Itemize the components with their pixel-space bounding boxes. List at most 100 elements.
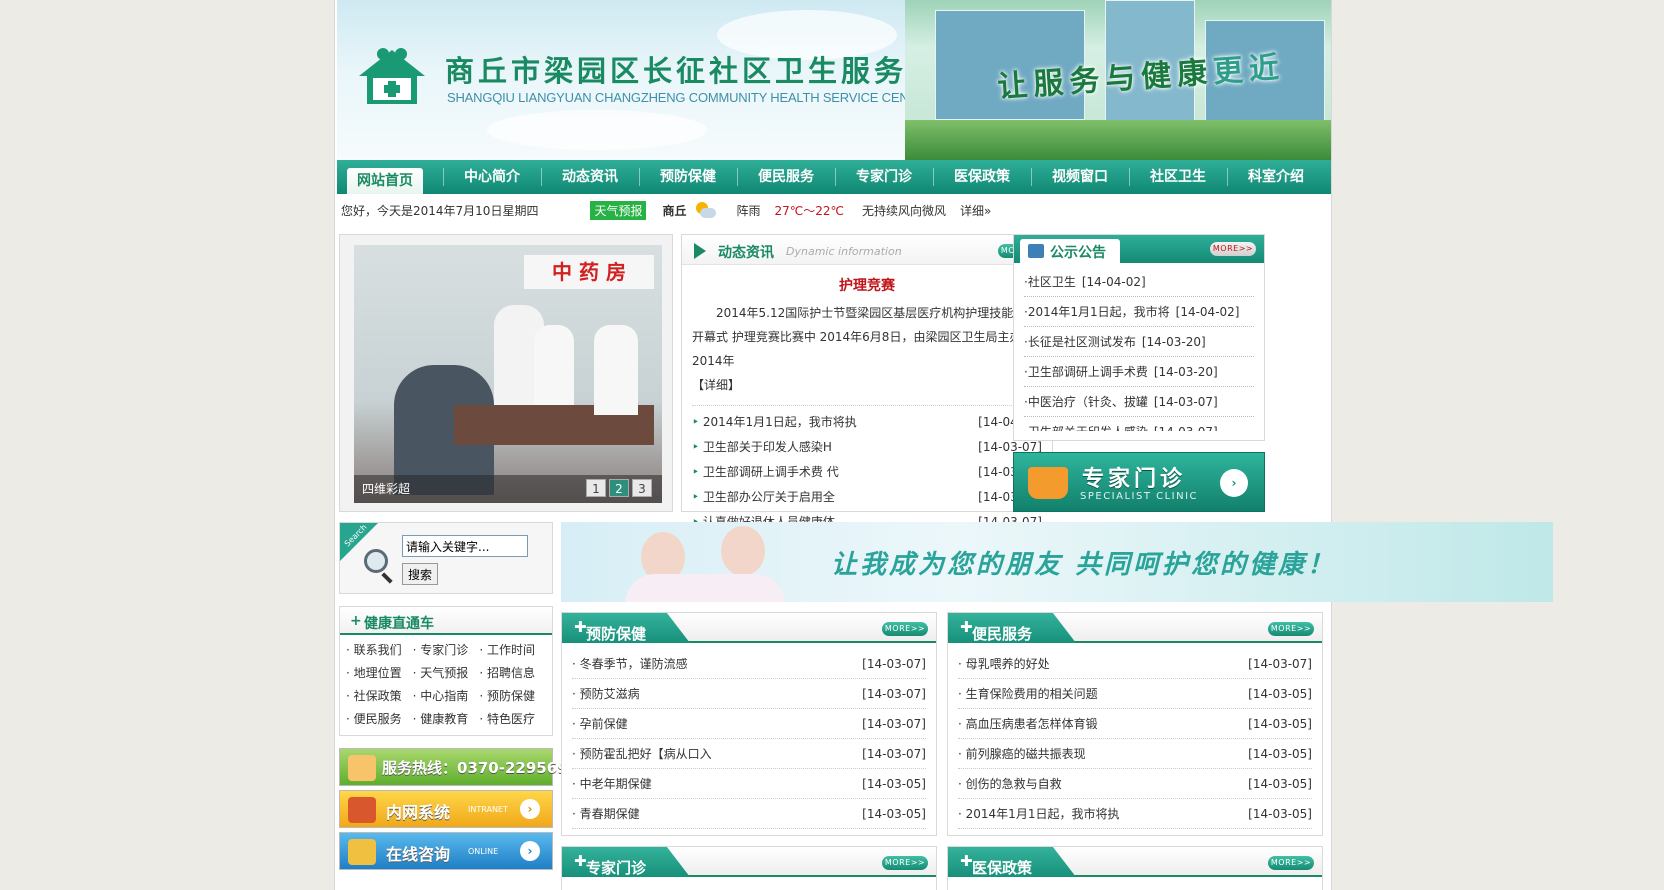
- list-item[interactable]: 社区卫生[14-04-02]: [1024, 267, 1254, 297]
- express-link[interactable]: 预防保健: [479, 687, 546, 704]
- list-item[interactable]: 冬春季节，谨防流感[14-03-07]: [572, 649, 926, 679]
- slide-dot-2[interactable]: 2: [609, 479, 629, 497]
- search-icon: [364, 549, 388, 573]
- express-link[interactable]: 便民服务: [346, 710, 413, 727]
- list-item[interactable]: 青春期保健[14-03-05]: [572, 799, 926, 829]
- site-title: 商丘市梁园区长征社区卫生服务中心: [445, 54, 974, 88]
- list-item[interactable]: 卫生部关于印发人感染H[14-03-07]: [692, 435, 1042, 460]
- list-item[interactable]: 卫生部办公厅关于启用全[14-03-07]: [692, 485, 1042, 510]
- express-link[interactable]: 工作时间: [479, 641, 546, 658]
- expert-more-button[interactable]: MORE>>: [882, 856, 928, 870]
- nav-departments[interactable]: 科室介绍: [1227, 164, 1325, 190]
- prevention-list: 冬春季节，谨防流感[14-03-07] 预防艾滋病[14-03-07] 孕前保健…: [572, 649, 926, 829]
- slide-image[interactable]: 中 药 房 四维彩超 1 2 3: [354, 245, 662, 503]
- convenience-list: 母乳喂养的好处[14-03-07] 生育保险费用的相关问题[14-03-05] …: [958, 649, 1312, 829]
- search-input[interactable]: [402, 535, 528, 557]
- weather-city: 商丘: [662, 203, 687, 218]
- notice-header: 公示公告 MORE>>: [1014, 235, 1264, 263]
- nav-community[interactable]: 社区卫生: [1129, 164, 1227, 190]
- list-item[interactable]: 高血压病患者怎样体育锻[14-03-05]: [958, 709, 1312, 739]
- notice-list: 社区卫生[14-04-02] 2014年1月1日起，我市将[14-04-02] …: [1024, 267, 1254, 431]
- page-container: 商丘市梁园区长征社区卫生服务中心 SHANGQIU LIANGYUAN CHAN…: [334, 0, 1553, 890]
- express-link[interactable]: 特色医疗: [479, 710, 546, 727]
- notice-title: 公示公告: [1050, 245, 1106, 261]
- convenience-title: ✚ 便民服务: [960, 618, 1033, 643]
- weather-condition: 阵雨: [736, 203, 761, 218]
- nav-expert[interactable]: 专家门诊: [835, 164, 933, 190]
- intranet-button[interactable]: 内网系统 INTRANET ›: [339, 790, 553, 828]
- logo-house-icon: [359, 48, 425, 104]
- express-link[interactable]: 专家门诊: [413, 641, 480, 658]
- cloud-decoration: [487, 110, 707, 150]
- nav-news[interactable]: 动态资讯: [541, 164, 639, 190]
- list-item[interactable]: 母乳喂养的好处[14-03-07]: [958, 649, 1312, 679]
- express-link[interactable]: 天气预报: [413, 664, 480, 681]
- list-item[interactable]: 卫生部关于印发人感染[14-03-07]: [1024, 417, 1254, 431]
- list-item[interactable]: 孕前保健[14-03-07]: [572, 709, 926, 739]
- list-item[interactable]: 卫生部调研上调手术费[14-03-20]: [1024, 357, 1254, 387]
- weather-detail-link[interactable]: 详细»: [960, 202, 991, 219]
- specialist-clinic-banner[interactable]: 专家门诊 SPECIALIST CLINIC ›: [1013, 452, 1265, 512]
- express-link[interactable]: 社保政策: [346, 687, 413, 704]
- list-item[interactable]: 中老年期保健[14-03-05]: [572, 769, 926, 799]
- notice-icon: [1028, 244, 1044, 258]
- banner-text: 让我成为您的朋友 共同呵护您的健康！: [831, 550, 1337, 580]
- list-item[interactable]: 卫生部调研上调手术费 代[14-03-07]: [692, 460, 1042, 485]
- convenience-more-button[interactable]: MORE>>: [1268, 622, 1314, 636]
- slide-dot-3[interactable]: 3: [632, 479, 652, 497]
- site-header: 商丘市梁园区长征社区卫生服务中心 SHANGQIU LIANGYUAN CHAN…: [337, 0, 1331, 160]
- insurance-panel: ✚ 医保政策 MORE>>: [947, 846, 1323, 890]
- slide-pagination: 1 2 3: [586, 479, 652, 497]
- weather-wind: 无持续风向微风: [862, 203, 947, 218]
- health-express-title: 健康直通车: [364, 616, 434, 632]
- hotline-icon: [348, 755, 376, 781]
- nav-convenience[interactable]: 便民服务: [737, 164, 835, 190]
- convenience-panel: ✚ 便民服务 MORE>> 母乳喂养的好处[14-03-07] 生育保险费用的相…: [947, 612, 1323, 836]
- nav-prevention[interactable]: 预防保健: [639, 164, 737, 190]
- list-item[interactable]: 2014年1月1日起，我市将执[14-04-02]: [692, 410, 1042, 435]
- weather-forecast-button[interactable]: 天气预报: [590, 200, 647, 220]
- express-link[interactable]: 健康教育: [413, 710, 480, 727]
- health-express-panel: + 健康直通车 联系我们 专家门诊 工作时间 地理位置 天气预报 招聘信息 社保…: [339, 606, 553, 736]
- feature-title-link[interactable]: 护理竞赛: [682, 275, 1052, 295]
- list-item[interactable]: 中医治疗（针灸、拔罐[14-03-07]: [1024, 387, 1254, 417]
- people-icon: [348, 797, 376, 823]
- mailbox-icon: [1028, 467, 1068, 499]
- plus-icon: +: [350, 613, 362, 629]
- express-link[interactable]: 联系我们: [346, 641, 413, 658]
- list-item[interactable]: 预防霍乱把好【病从口入[14-03-07]: [572, 739, 926, 769]
- nav-insurance[interactable]: 医保政策: [933, 164, 1031, 190]
- weather-temperature: 27℃～22℃: [774, 203, 845, 218]
- feature-detail-link[interactable]: 【详细】: [692, 378, 740, 392]
- list-item[interactable]: 生育保险费用的相关问题[14-03-05]: [958, 679, 1312, 709]
- insurance-more-button[interactable]: MORE>>: [1268, 856, 1314, 870]
- list-item[interactable]: 前列腺癌的磁共振表现[14-03-05]: [958, 739, 1312, 769]
- list-item[interactable]: 2014年1月1日起，我市将执[14-03-05]: [958, 799, 1312, 829]
- list-item[interactable]: 创伤的急救与自救[14-03-05]: [958, 769, 1312, 799]
- nav-video[interactable]: 视频窗口: [1031, 164, 1129, 190]
- expert-panel: ✚ 专家门诊 MORE>>: [561, 846, 937, 890]
- nav-about[interactable]: 中心简介: [443, 164, 541, 190]
- online-consult-button[interactable]: 在线咨询 ONLINE ›: [339, 832, 553, 870]
- search-button[interactable]: 搜索: [402, 563, 438, 585]
- expert-title: ✚ 专家门诊: [574, 852, 647, 877]
- prevention-more-button[interactable]: MORE>>: [882, 622, 928, 636]
- list-item[interactable]: 长征是社区测试发布[14-03-20]: [1024, 327, 1254, 357]
- express-link[interactable]: 地理位置: [346, 664, 413, 681]
- express-link[interactable]: 中心指南: [413, 687, 480, 704]
- photo-slider: 中 药 房 四维彩超 1 2 3: [339, 234, 673, 512]
- pharmacy-sign: 中 药 房: [524, 255, 654, 289]
- notice-more-button[interactable]: MORE>>: [1210, 242, 1256, 256]
- insurance-title: ✚ 医保政策: [960, 852, 1033, 877]
- arrow-right-icon: ›: [520, 841, 540, 861]
- nav-home[interactable]: 网站首页: [347, 168, 423, 194]
- health-banner: 让我成为您的朋友 共同呵护您的健康！: [561, 522, 1553, 602]
- prevention-title: ✚ 预防保健: [574, 618, 647, 643]
- list-item[interactable]: 预防艾滋病[14-03-07]: [572, 679, 926, 709]
- main-nav: 网站首页 中心简介 动态资讯 预防保健 便民服务 专家门诊 医保政策 视频窗口 …: [337, 160, 1331, 194]
- slide-dot-1[interactable]: 1: [586, 479, 606, 497]
- express-link[interactable]: 招聘信息: [479, 664, 546, 681]
- partly-cloudy-icon: [694, 200, 717, 220]
- list-item[interactable]: 2014年1月1日起，我市将[14-04-02]: [1024, 297, 1254, 327]
- service-hotline-banner[interactable]: 服务热线：0370-2295699: [339, 748, 578, 786]
